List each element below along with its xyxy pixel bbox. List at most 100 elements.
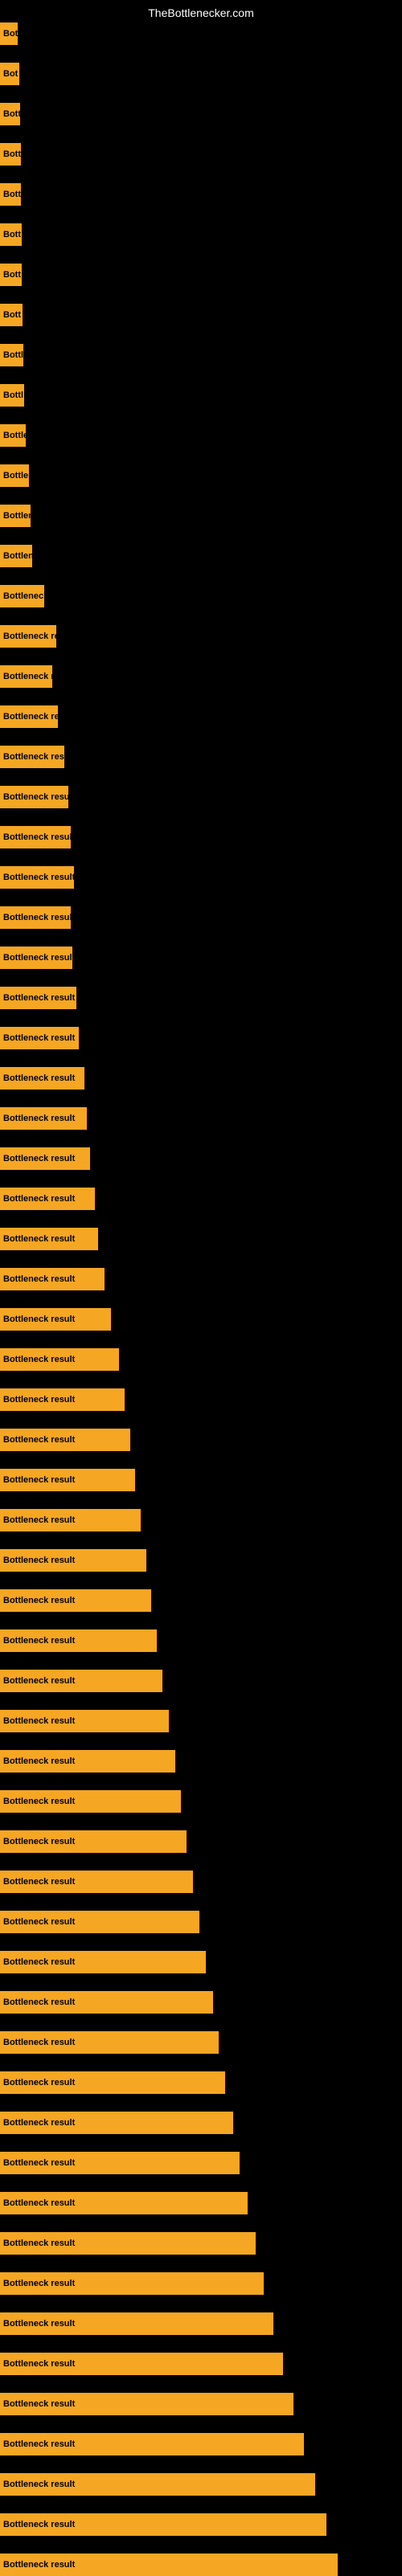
bar-label: Bottleneck result [3,2078,75,2087]
bar-label: Bottleneck result [3,2118,75,2128]
bar-label: Bottleneck result [3,1997,75,2007]
bar-fill: Bottleneck result [0,2513,326,2536]
bar-item: Bottleneck r [0,585,44,607]
bar-item: Bottleneck result [0,2152,240,2174]
bar-item: Bottleneck result [0,1388,125,1411]
bar-fill: Bottleneck result [0,1589,151,1612]
bar-label: Bottleneck result [3,752,64,762]
bar-fill: Bottleneck result [0,1991,213,2014]
bar-item: Bottleneck result [0,1429,130,1451]
bar-label: Bottleneck result [3,2520,75,2529]
bar-item: Bottleneck res [0,665,52,688]
bar-fill: Bottleneck result [0,1429,130,1451]
bar-label: Bottleneck result [3,993,75,1003]
bar-label: Bottleneck result [3,953,72,963]
bar-item: Bottleneck result [0,2554,338,2576]
bar-label: Bottleneck result [3,2198,75,2208]
bar-label: Bottleneck result [3,2560,75,2570]
bar-label: Bottleneck result [3,1033,75,1043]
bar-fill: Bottleneck result [0,2433,304,2455]
bar-item: Bottleneck result [0,987,76,1009]
bar-fill: Bottleneck res [0,665,52,688]
bar-fill: Bottleneck r [0,585,44,607]
bar-fill: Bott [0,223,22,246]
bar-item: Bottleneck result [0,1991,213,2014]
bar-label: Bottleneck result [3,1395,75,1405]
bar-fill: Bottleneck result [0,2312,273,2335]
bar-label: Bottleneck result [3,2279,75,2288]
bar-label: Bot [3,29,18,39]
bar-item: Bott [0,143,21,166]
bar-label: Bottleneck result [3,1234,75,1244]
bar-fill: Bottleneck result [0,1067,84,1090]
bar-label: Bot [3,69,18,79]
bar-fill: Bottleneck result [0,2393,293,2415]
bar-label: Bottleneck result [3,1274,75,1284]
bar-label: Bottleneck result [3,832,71,842]
bar-label: Bottleneck result [3,1837,75,1846]
bar-item: Bottleneck result [0,1710,169,1732]
bar-label: Bottleneck r [3,591,44,601]
bar-item: Bottleneck result [0,1670,162,1692]
bar-fill: Bott [0,304,23,326]
bar-item: Bottleneck result [0,1147,90,1170]
bar-item: Bottleneck result [0,2272,264,2295]
bar-item: Bottleneck result [0,1469,135,1491]
bar-fill: Bottleneck result [0,2473,315,2496]
bar-label: Bottleneck result [3,792,68,802]
bar-label: Bottleneck result [3,1676,75,1686]
bar-label: Bottleneck result [3,1194,75,1204]
bar-label: Bottleneck result [3,1797,75,1806]
bar-fill: Bottleneck result [0,1549,146,1572]
bar-item: Bot [0,63,19,85]
bar-item: Bottleneck result [0,705,58,728]
bar-item: Bottleneck result [0,2312,273,2335]
bar-label: Bottleneck result [3,2480,75,2489]
bar-label: Bottler [3,431,26,440]
bar-fill: Bottleneck result [0,1147,90,1170]
bar-label: Bottlene [3,511,31,521]
bar-item: Bottleneck result [0,625,56,648]
bar-fill: Bottler [0,424,26,447]
bar-item: Bottl [0,344,23,366]
bar-fill: Bottleneck result [0,1710,169,1732]
bar-fill: Bottleneck result [0,1469,135,1491]
bar-label: Bott [3,230,21,239]
bar-label: Bottleneck res [3,672,52,681]
bar-fill: Bottleneck result [0,2192,248,2214]
bar-fill: Bottleneck result [0,2353,283,2375]
bar-fill: Bottleneck result [0,1027,79,1049]
bar-item: Bottlene [0,464,29,487]
bar-fill: Bottleneck result [0,786,68,808]
bar-item: Bottleneck result [0,2192,248,2214]
bar-fill: Bottleneck result [0,1670,162,1692]
bar-item: Bottleneck result [0,1509,141,1531]
bar-fill: Bottleneck result [0,2031,219,2054]
bar-item: Bott [0,103,20,125]
bar-fill: Bottleneck result [0,2071,225,2094]
bar-fill: Bott [0,183,21,206]
bar-fill: Bottleneck result [0,826,71,848]
bar-item: Bottleneck result [0,1830,187,1853]
bar-label: Bottleneck result [3,913,71,922]
bar-item: Bottleneck result [0,866,74,889]
bar-label: Bottleneck result [3,1435,75,1445]
bar-label: Bottleneck result [3,1716,75,1726]
bar-item: Bott [0,223,22,246]
bar-item: Bottleneck result [0,746,64,768]
bar-label: Bottleneck result [3,2158,75,2168]
bar-item: Bottleneck result [0,786,68,808]
bar-fill: Bottleneck result [0,2272,264,2295]
bar-item: Bottleneck result [0,2473,315,2496]
bar-item: Bot [0,22,18,45]
bar-label: Bottleneck result [3,2439,75,2449]
bar-fill: Bottleneck result [0,1348,119,1371]
bar-fill: Bottleneck result [0,1228,98,1250]
bar-item: Bottleneck result [0,1228,98,1250]
bar-item: Bottleneck result [0,1911,199,1933]
bar-item: Bottleneck result [0,1348,119,1371]
bar-label: Bottl [3,390,23,400]
bar-item: Bottl [0,384,24,407]
bar-label: Bottleneck result [3,1073,75,1083]
bar-item: Bottleneck result [0,2071,225,2094]
